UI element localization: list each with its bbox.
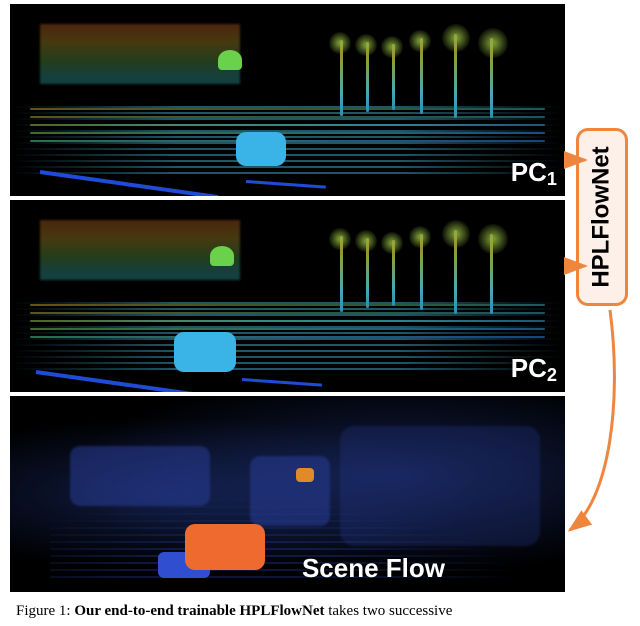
label-pc2-base: PC (511, 353, 547, 383)
panel-pc1: PC1 (10, 4, 565, 196)
label-pc2-sub: 2 (547, 365, 557, 385)
arrow-module-to-sceneflow (570, 310, 614, 530)
label-pc2: PC2 (511, 353, 557, 384)
pointcloud-pc2 (10, 200, 565, 392)
module-hplflownet: HPLFlowNet (576, 128, 628, 306)
label-pc1: PC1 (511, 157, 557, 188)
pointcloud-pc1 (10, 4, 565, 196)
label-pc1-sub: 1 (547, 169, 557, 189)
figure-container: PC1 (10, 0, 630, 620)
label-sceneflow: Scene Flow (302, 553, 445, 584)
sceneflow-visual (10, 396, 565, 592)
label-pc1-base: PC (511, 157, 547, 187)
module-label: HPLFlowNet (588, 146, 616, 287)
panel-pc2: PC2 (10, 200, 565, 392)
caption-tail: takes two successive (324, 603, 452, 619)
panels-holder: PC1 (10, 4, 565, 592)
caption-prefix: Figure 1: (16, 603, 74, 619)
figure-caption: Figure 1: Our end-to-end trainable HPLFl… (10, 596, 630, 620)
caption-bold: Our end-to-end trainable HPLFlowNet (74, 603, 324, 619)
panel-sceneflow: Scene Flow (10, 396, 565, 592)
